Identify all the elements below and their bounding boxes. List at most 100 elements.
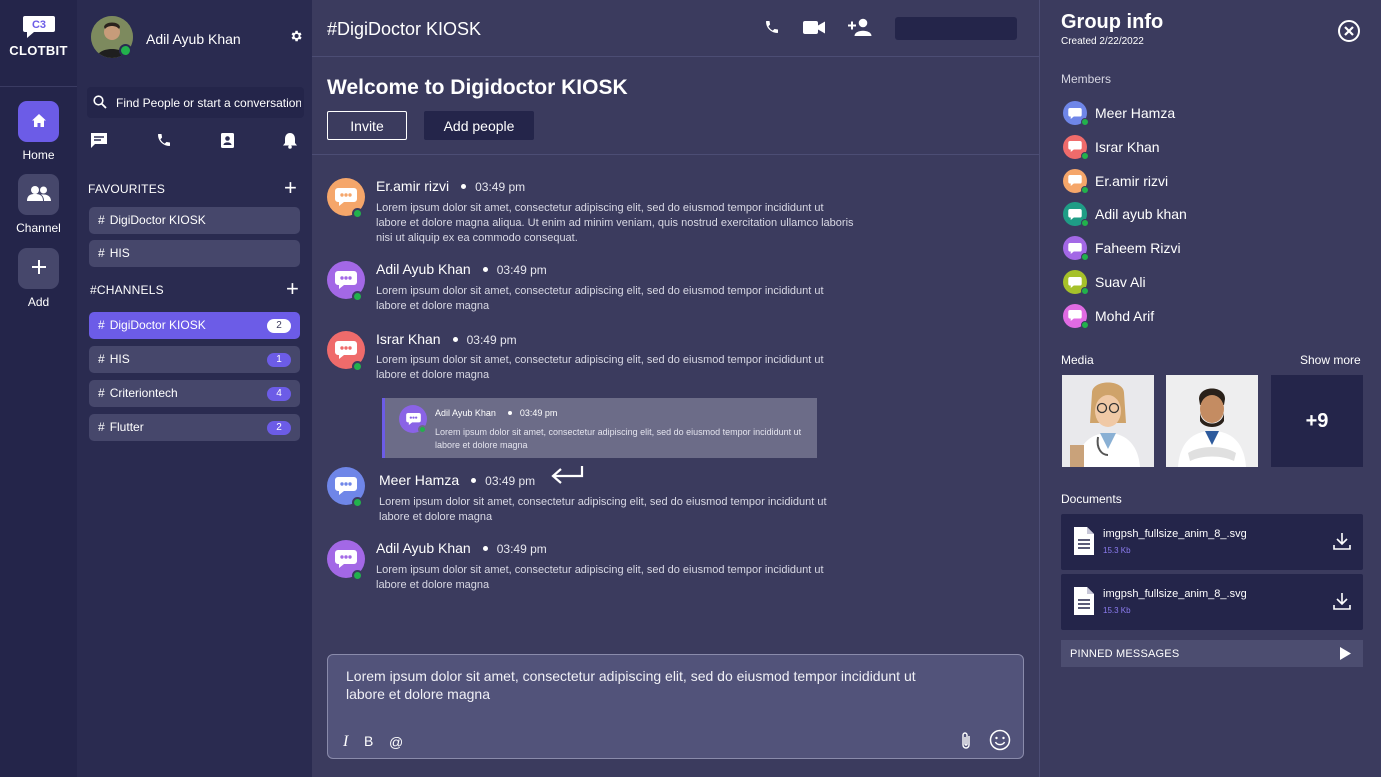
- add-member-icon[interactable]: [848, 18, 872, 41]
- message-time: 03:49 pm: [485, 474, 536, 488]
- message-time: 03:49 pm: [475, 180, 526, 194]
- document-item[interactable]: imgpsh_fullsize_anim_8_.svg 15.3 Kb: [1061, 574, 1363, 630]
- online-dot: [1081, 219, 1089, 228]
- attachment-icon[interactable]: [960, 731, 972, 756]
- quote-time: 03:49 pm: [519, 408, 558, 418]
- member-item[interactable]: Er.amir rizvi: [1061, 168, 1361, 194]
- channel-item[interactable]: # Criteriontech 4: [89, 380, 300, 407]
- member-name: Adil ayub khan: [1095, 206, 1187, 223]
- reply-arrow-icon[interactable]: [550, 464, 584, 493]
- unread-badge: 2: [267, 319, 291, 333]
- phone-icon[interactable]: [156, 132, 172, 153]
- emoji-icon[interactable]: [989, 729, 1011, 756]
- message-text: Lorem ipsum dolor sit amet, consectetur …: [376, 354, 824, 381]
- channel-item[interactable]: # DigiDoctor KIOSK 2: [89, 312, 300, 339]
- show-more-link[interactable]: Show more: [1300, 353, 1361, 367]
- play-icon[interactable]: [1340, 647, 1351, 665]
- message-header: Er.amir rizvi 03:49 pm: [376, 178, 525, 194]
- member-name: Meer Hamza: [1095, 105, 1176, 121]
- message-author[interactable]: Adil Ayub Khan: [376, 540, 471, 556]
- header-search-input[interactable]: [895, 17, 1017, 40]
- pinned-messages-bar[interactable]: PINNED MESSAGES: [1061, 640, 1363, 667]
- brand-name: CLOTBIT: [9, 43, 68, 58]
- rail-item-add[interactable]: Add: [0, 248, 77, 309]
- message-text: Lorem ipsum dolor sit amet, consectetur …: [379, 496, 827, 523]
- add-channel-button[interactable]: +: [286, 278, 299, 300]
- member-name: Faheem Rizvi: [1095, 240, 1181, 257]
- favourite-item[interactable]: # HIS: [89, 240, 300, 267]
- channel-item[interactable]: # Flutter 2: [89, 414, 300, 441]
- created-date: Created 2/22/2022: [1061, 36, 1144, 47]
- italic-button[interactable]: I: [343, 733, 348, 751]
- chat-icon[interactable]: [90, 132, 108, 154]
- chat-bot-icon: [1068, 242, 1082, 254]
- video-call-icon[interactable]: [803, 20, 825, 40]
- online-dot: [418, 425, 427, 434]
- app-rail: C3 CLOTBIT Home Channel Add: [0, 0, 77, 777]
- composer-input[interactable]: Lorem ipsum dolor sit amet, consectetur …: [346, 667, 926, 703]
- message-author[interactable]: Er.amir rizvi: [376, 178, 449, 194]
- bold-button[interactable]: B: [364, 733, 373, 749]
- message-text: Lorem ipsum dolor sit amet, consectetur …: [376, 202, 854, 244]
- search-input[interactable]: [116, 87, 301, 118]
- message-composer[interactable]: Lorem ipsum dolor sit amet, consectetur …: [327, 654, 1024, 759]
- message-time: 03:49 pm: [496, 263, 547, 277]
- quote-text: Lorem ipsum dolor sit amet, consectetur …: [435, 427, 802, 450]
- message-author[interactable]: Israr Khan: [376, 331, 441, 347]
- message-header: Meer Hamza 03:49 pm: [379, 472, 535, 488]
- chat-bot-icon: [335, 550, 357, 568]
- message-author[interactable]: Meer Hamza: [379, 472, 459, 488]
- chat-bot-icon: [1068, 208, 1082, 220]
- close-icon[interactable]: [1337, 19, 1361, 48]
- phone-call-icon[interactable]: [764, 19, 780, 40]
- document-item[interactable]: imgpsh_fullsize_anim_8_.svg 15.3 Kb: [1061, 514, 1363, 570]
- quoted-message[interactable]: Adil Ayub Khan 03:49 pm Lorem ipsum dolor…: [382, 398, 817, 458]
- member-item[interactable]: Suav Ali: [1061, 269, 1361, 295]
- channel-button[interactable]: [18, 174, 59, 215]
- message-author[interactable]: Adil Ayub Khan: [376, 261, 471, 277]
- plus-icon: [31, 260, 46, 277]
- pinned-messages-label: PINNED MESSAGES: [1070, 648, 1180, 660]
- media-thumbnail[interactable]: [1062, 375, 1154, 467]
- favourite-name: HIS: [109, 246, 130, 260]
- chat-bot-icon: [1068, 276, 1082, 288]
- online-dot: [352, 208, 363, 219]
- chat-header: #DigiDoctor KIOSK: [312, 0, 1039, 57]
- user-name: Adil Ayub Khan: [146, 31, 241, 47]
- member-item[interactable]: Meer Hamza: [1061, 100, 1361, 126]
- invite-button[interactable]: Invite: [327, 111, 407, 140]
- member-item[interactable]: Faheem Rizvi: [1061, 235, 1361, 262]
- online-dot: [352, 361, 363, 372]
- online-dot: [1081, 151, 1089, 160]
- download-icon[interactable]: [1333, 532, 1351, 555]
- sidebar-quick-icons: [90, 132, 304, 154]
- member-item[interactable]: Israr Khan: [1061, 134, 1361, 160]
- chat-bot-icon: [335, 271, 357, 289]
- gear-icon[interactable]: [289, 29, 303, 48]
- sidebar: Adil Ayub Khan FAVOURITES + #DigiDoctor …: [77, 0, 312, 777]
- chat-bot-icon: [335, 477, 357, 495]
- contacts-icon[interactable]: [220, 132, 235, 154]
- home-button[interactable]: [18, 101, 59, 142]
- member-item[interactable]: Adil ayub khan: [1061, 201, 1361, 228]
- more-media-tile[interactable]: +9: [1271, 375, 1363, 467]
- download-icon[interactable]: [1333, 592, 1351, 615]
- rail-item-channel[interactable]: Channel: [0, 174, 77, 235]
- online-dot: [352, 291, 363, 302]
- document-name: imgpsh_fullsize_anim_8_.svg: [1103, 588, 1247, 600]
- member-item[interactable]: Mohd Arif: [1061, 303, 1361, 329]
- add-people-button[interactable]: Add people: [424, 111, 534, 140]
- brand-logo-text: C3: [31, 19, 45, 31]
- add-button[interactable]: [18, 248, 59, 289]
- favourite-item[interactable]: # DigiDoctor KIOSK: [89, 207, 300, 234]
- bell-icon[interactable]: [282, 132, 298, 154]
- channel-item[interactable]: # HIS 1: [89, 346, 300, 373]
- rail-item-home[interactable]: Home: [0, 101, 77, 162]
- chat-bot-icon: [335, 341, 357, 359]
- add-favourite-button[interactable]: +: [284, 177, 297, 199]
- channel-name: HIS: [109, 352, 130, 366]
- media-thumbnail[interactable]: [1166, 375, 1258, 467]
- message: Er.amir rizvi 03:49 pm Lorem ipsum dolor …: [327, 178, 887, 248]
- mention-button[interactable]: @: [389, 734, 403, 750]
- search-box[interactable]: [87, 87, 304, 118]
